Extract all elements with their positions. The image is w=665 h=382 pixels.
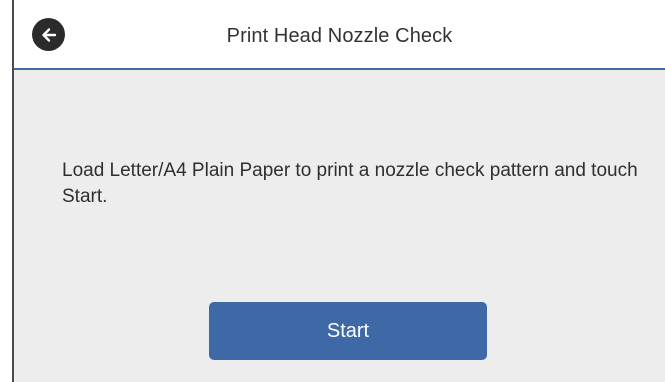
back-button[interactable] — [32, 18, 65, 51]
instruction-text: Load Letter/A4 Plain Paper to print a no… — [62, 160, 638, 207]
page-title: Print Head Nozzle Check — [226, 25, 453, 47]
header-bar: Print Head Nozzle Check — [14, 0, 665, 70]
start-button[interactable]: Start — [209, 302, 487, 360]
printer-screen: Print Head Nozzle Check Load Letter/A4 P… — [0, 0, 665, 382]
arrow-left-icon — [41, 27, 56, 42]
nozzle-check-panel: Print Head Nozzle Check Load Letter/A4 P… — [12, 0, 665, 382]
